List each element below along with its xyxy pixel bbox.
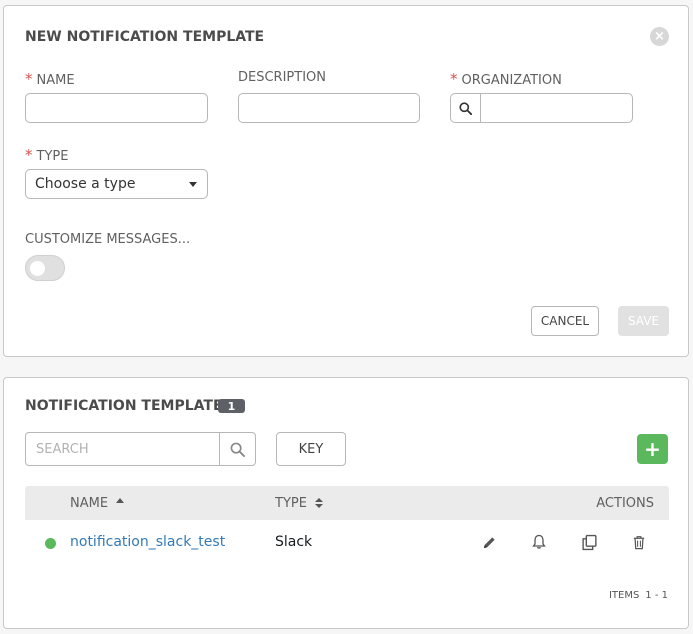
edit-button[interactable] — [479, 532, 499, 552]
organization-input[interactable] — [481, 94, 632, 122]
organization-label: * ORGANIZATION — [450, 70, 562, 88]
table-row: notification_slack_test Slack — [25, 520, 669, 566]
name-label-text: NAME — [36, 73, 75, 88]
column-header-name[interactable]: NAME — [70, 486, 125, 520]
search-box — [25, 432, 256, 466]
template-name-link[interactable]: notification_slack_test — [70, 534, 225, 550]
chevron-down-icon — [189, 181, 197, 187]
search-button[interactable] — [219, 433, 255, 465]
key-button[interactable]: KEY — [276, 432, 346, 466]
form-title: NEW NOTIFICATION TEMPLATE — [25, 29, 265, 45]
table-header: NAME TYPE ACTIONS — [25, 486, 669, 520]
description-label: DESCRIPTION — [238, 70, 326, 85]
name-label: * NAME — [25, 70, 75, 88]
organization-lookup-button[interactable] — [451, 94, 481, 122]
description-input[interactable] — [238, 93, 420, 123]
customize-messages-label: CUSTOMIZE MESSAGES... — [25, 232, 191, 247]
status-indicator — [45, 538, 56, 549]
pencil-icon — [483, 536, 495, 548]
customize-messages-toggle[interactable] — [25, 255, 65, 281]
required-marker: * — [25, 70, 33, 88]
sort-icon — [314, 498, 323, 508]
new-notification-template-panel: NEW NOTIFICATION TEMPLATE × * NAME DESCRI… — [3, 5, 689, 357]
type-label: * TYPE — [25, 146, 68, 164]
items-range: 1 - 1 — [645, 590, 668, 601]
close-icon[interactable]: × — [650, 27, 669, 46]
search-icon — [459, 101, 472, 115]
search-input[interactable] — [26, 433, 219, 465]
items-label: ITEMS — [608, 590, 640, 601]
bell-icon — [532, 534, 546, 549]
type-select[interactable]: Choose a type — [25, 169, 208, 199]
pagination-info: ITEMS 1 - 1 — [603, 590, 668, 601]
toggle-knob — [30, 261, 45, 276]
count-badge: 1 — [218, 399, 245, 413]
column-header-type[interactable]: TYPE — [275, 486, 323, 520]
required-marker: * — [450, 70, 458, 88]
name-input[interactable] — [25, 93, 208, 123]
required-marker: * — [25, 146, 33, 164]
copy-icon — [581, 534, 597, 550]
search-icon — [230, 442, 245, 457]
copy-button[interactable] — [579, 532, 599, 552]
save-button[interactable]: SAVE — [618, 306, 669, 336]
cancel-button[interactable]: CANCEL — [531, 306, 599, 336]
test-notification-button[interactable] — [529, 532, 549, 552]
column-header-type-label: TYPE — [275, 495, 307, 511]
list-title: NOTIFICATION TEMPLATES — [25, 398, 233, 414]
sort-ascending-icon — [116, 497, 125, 503]
delete-button[interactable] — [629, 532, 649, 552]
template-type: Slack — [275, 534, 313, 550]
organization-lookup — [450, 93, 633, 123]
add-button[interactable]: + — [637, 434, 668, 464]
organization-label-text: ORGANIZATION — [461, 73, 562, 88]
notification-templates-panel: NOTIFICATION TEMPLATES 1 KEY + NAME TYPE… — [3, 377, 689, 629]
column-header-name-label: NAME — [70, 495, 109, 511]
trash-icon — [633, 535, 645, 549]
type-select-value: Choose a type — [35, 176, 136, 192]
type-label-text: TYPE — [36, 149, 69, 164]
column-header-actions: ACTIONS — [596, 495, 654, 511]
